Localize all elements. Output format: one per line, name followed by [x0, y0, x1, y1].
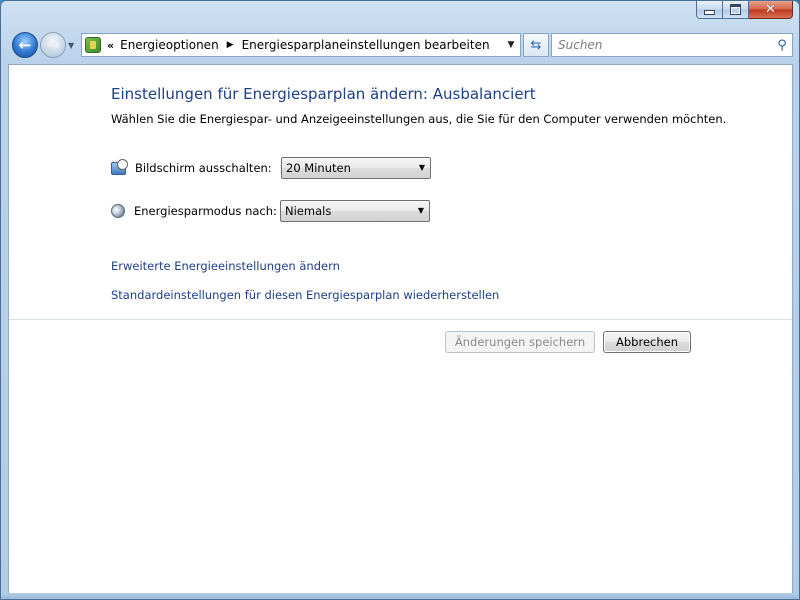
- divider: [9, 319, 792, 320]
- close-button[interactable]: ✕: [749, 1, 793, 19]
- advanced-settings-link[interactable]: Erweiterte Energieeinstellungen ändern: [111, 259, 340, 273]
- display-off-value: 20 Minuten: [286, 161, 351, 175]
- caption-buttons: ✕: [696, 1, 793, 19]
- chevron-down-icon: ▼: [68, 41, 75, 50]
- breadcrumb-current[interactable]: Energiesparplaneinstellungen bearbeiten: [242, 38, 490, 52]
- page-title: Einstellungen für Energiesparplan ändern…: [111, 85, 536, 103]
- close-icon: ✕: [765, 2, 776, 17]
- restore-defaults-link[interactable]: Standardeinstellungen für diesen Energie…: [111, 288, 499, 302]
- arrow-left-icon: ←: [18, 36, 32, 54]
- window-frame: ✕ ← → ▼ « Energieoptionen ▶ Energiesparp…: [0, 0, 800, 600]
- setting-label-display-off: Bildschirm ausschalten:: [135, 161, 272, 175]
- breadcrumb-separator-icon[interactable]: ▶: [227, 40, 234, 50]
- search-box: ⚲: [551, 33, 793, 57]
- content-pane: Einstellungen für Energiesparplan ändern…: [8, 64, 793, 594]
- address-bar[interactable]: « Energieoptionen ▶ Energiesparplaneinst…: [81, 33, 521, 57]
- forward-button[interactable]: →: [40, 32, 66, 58]
- recent-pages-dropdown[interactable]: ▼: [68, 41, 74, 50]
- moon-icon: [111, 204, 125, 218]
- chevron-down-icon: ▼: [417, 206, 424, 215]
- breadcrumb-overflow[interactable]: «: [107, 39, 114, 52]
- cancel-button[interactable]: Abbrechen: [603, 331, 691, 353]
- minimize-icon: [704, 10, 715, 15]
- chevron-down-icon: ▼: [418, 163, 425, 172]
- sleep-value: Niemals: [285, 204, 332, 218]
- refresh-button[interactable]: ⇆: [523, 33, 549, 57]
- minimize-button[interactable]: [696, 1, 723, 19]
- refresh-icon: ⇆: [530, 37, 542, 53]
- display-off-select[interactable]: 20 Minuten ▼: [281, 157, 431, 179]
- breadcrumb-energieoptionen[interactable]: Energieoptionen: [120, 38, 219, 52]
- arrow-right-icon: →: [46, 36, 60, 54]
- save-changes-button[interactable]: Änderungen speichern: [445, 331, 595, 353]
- sleep-select[interactable]: Niemals ▼: [280, 200, 430, 222]
- search-input[interactable]: [552, 35, 772, 55]
- maximize-icon: [730, 4, 741, 15]
- setting-label-sleep: Energiesparmodus nach:: [134, 204, 277, 218]
- setting-row-display-off: Bildschirm ausschalten: 20 Minuten ▼: [111, 157, 431, 179]
- control-panel-icon: [85, 37, 101, 53]
- page-subtitle: Wählen Sie die Energiespar- und Anzeigee…: [111, 112, 727, 126]
- window-bottom-edge: [1, 593, 799, 599]
- back-button[interactable]: ←: [12, 32, 38, 58]
- search-icon[interactable]: ⚲: [772, 38, 792, 53]
- address-dropdown-icon[interactable]: ▼: [502, 40, 520, 50]
- setting-row-sleep: Energiesparmodus nach: Niemals ▼: [111, 200, 430, 222]
- monitor-clock-icon: [111, 158, 128, 175]
- maximize-button[interactable]: [723, 1, 749, 19]
- navigation-bar: ← → ▼ « Energieoptionen ▶ Energiesparpla…: [9, 29, 793, 61]
